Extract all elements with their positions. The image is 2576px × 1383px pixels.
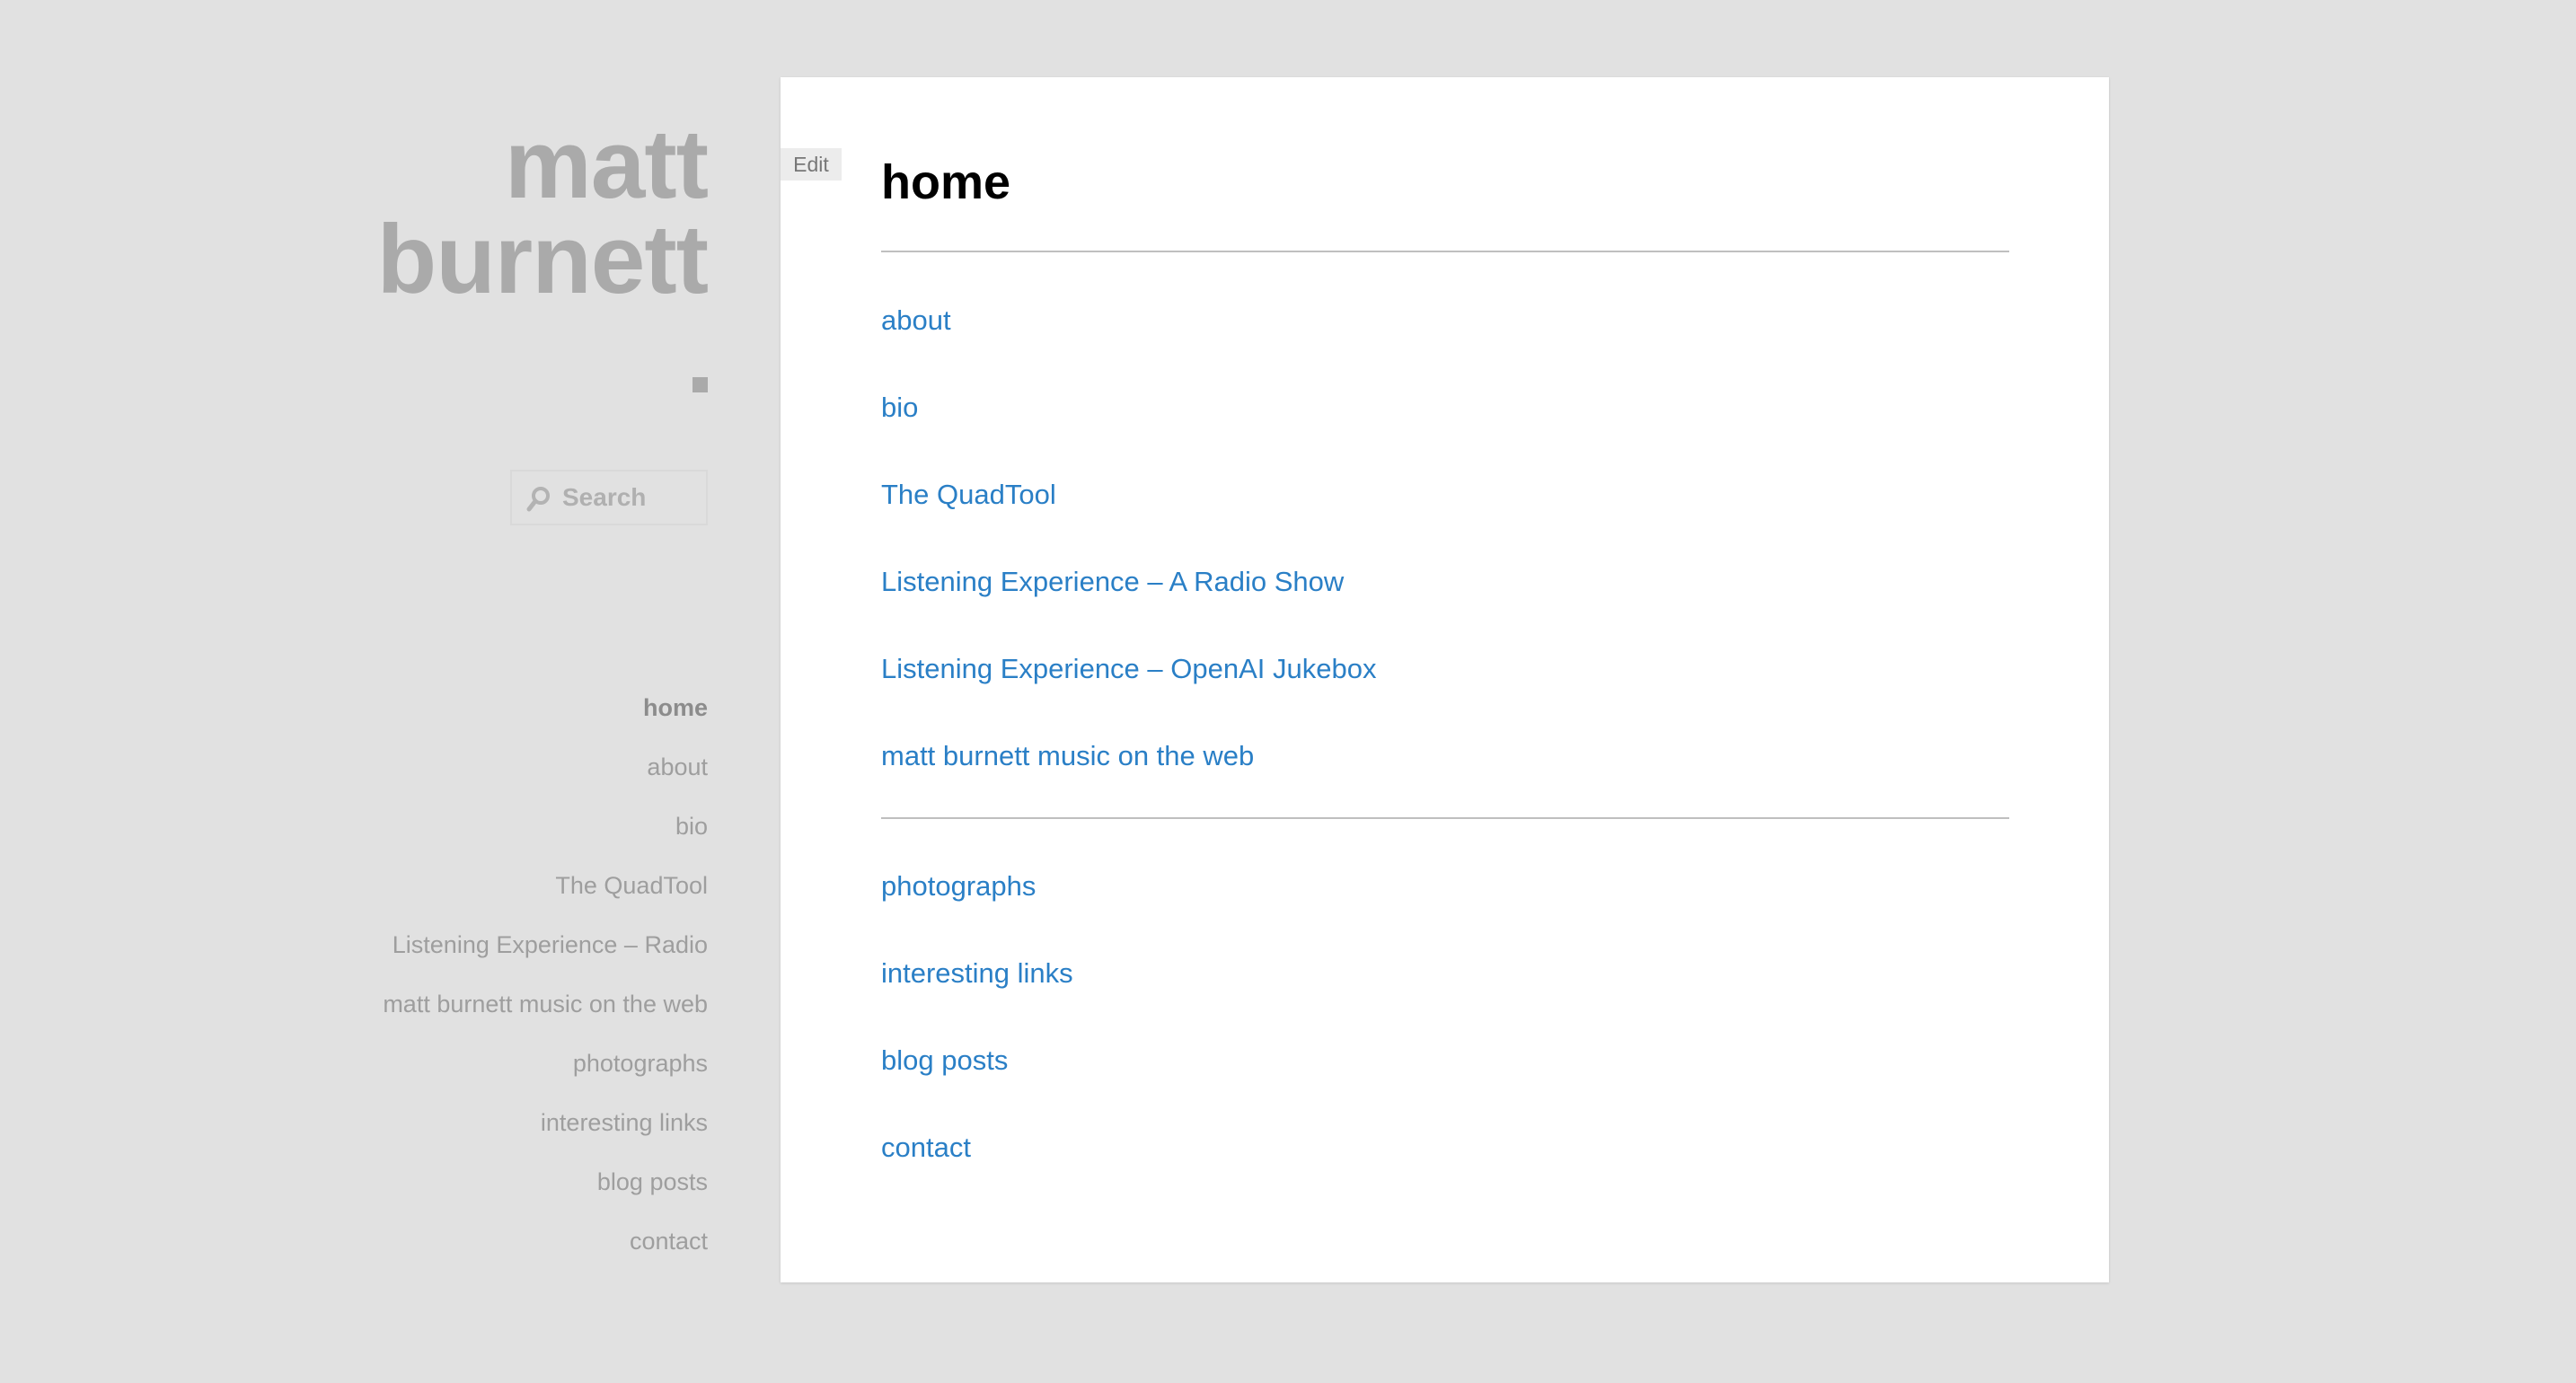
content-card: Edit home about bio The QuadTool Listeni… [781, 77, 2109, 1282]
search-box[interactable] [510, 470, 708, 525]
page-title: home [881, 155, 1011, 209]
link-interesting-links[interactable]: interesting links [881, 956, 1073, 1044]
sidebar-item-about[interactable]: about [259, 737, 708, 797]
edit-button[interactable]: Edit [781, 148, 842, 181]
sidebar-item-contact[interactable]: contact [259, 1211, 708, 1271]
sidebar-item-bio[interactable]: bio [259, 797, 708, 856]
site-title[interactable]: matt burnett [269, 116, 709, 309]
link-listening-experience-radio-show[interactable]: Listening Experience – A Radio Show [881, 565, 1376, 652]
sidebar-item-quadtool[interactable]: The QuadTool [259, 856, 708, 915]
link-listening-experience-openai-jukebox[interactable]: Listening Experience – OpenAI Jukebox [881, 652, 1376, 739]
page-links-group-2: photographs interesting links blog posts… [881, 869, 1073, 1218]
link-about[interactable]: about [881, 304, 1376, 391]
search-icon [525, 485, 552, 512]
search-input[interactable] [562, 480, 697, 515]
page-links-group-1: about bio The QuadTool Listening Experie… [881, 304, 1376, 826]
sidebar-item-music-on-the-web[interactable]: matt burnett music on the web [259, 974, 708, 1034]
link-quadtool[interactable]: The QuadTool [881, 478, 1376, 565]
site-title-line2[interactable]: burnett [269, 211, 709, 309]
link-blog-posts[interactable]: blog posts [881, 1044, 1073, 1131]
link-contact[interactable]: contact [881, 1131, 1073, 1218]
sidebar-item-blog-posts[interactable]: blog posts [259, 1152, 708, 1211]
divider [881, 251, 2009, 252]
sidebar-nav: home about bio The QuadTool Listening Ex… [259, 678, 708, 1271]
site-title-line1[interactable]: matt [269, 116, 709, 214]
sidebar-item-home[interactable]: home [259, 678, 708, 737]
link-photographs[interactable]: photographs [881, 869, 1073, 956]
menu-square-icon [693, 377, 708, 392]
sidebar: matt burnett home about bio The QuadTool… [269, 116, 709, 1255]
link-music-on-the-web[interactable]: matt burnett music on the web [881, 739, 1376, 826]
sidebar-item-listening-experience-radio[interactable]: Listening Experience – Radio [259, 915, 708, 974]
sidebar-item-photographs[interactable]: photographs [259, 1034, 708, 1093]
sidebar-item-interesting-links[interactable]: interesting links [259, 1093, 708, 1152]
link-bio[interactable]: bio [881, 391, 1376, 478]
divider [881, 817, 2009, 819]
